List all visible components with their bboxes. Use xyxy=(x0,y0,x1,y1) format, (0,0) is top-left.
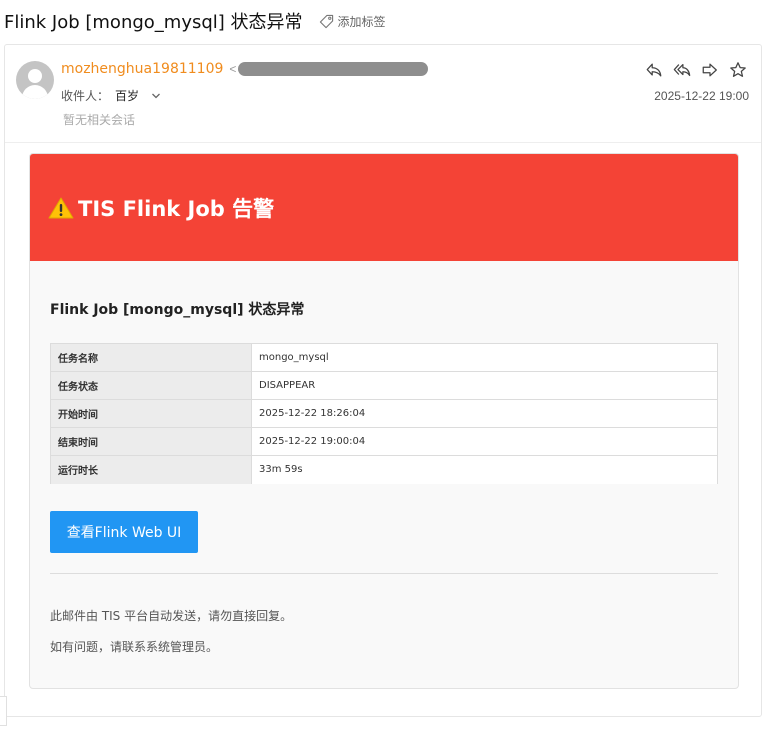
recipient-label: 收件人： xyxy=(61,89,110,103)
star-icon[interactable] xyxy=(729,61,747,79)
tag-icon xyxy=(319,14,333,28)
avatar xyxy=(16,61,54,99)
alert-title: TIS Flink Job 告警 xyxy=(78,196,275,221)
table-value: mongo_mysql xyxy=(251,343,718,372)
table-row: 结束时间 2025-12-22 19:00:04 xyxy=(50,427,718,456)
warning-icon xyxy=(48,197,74,218)
chevron-down-icon[interactable] xyxy=(151,92,161,100)
table-row: 运行时长 33m 59s xyxy=(50,455,718,484)
mail-card: mozhenghua19811109 < 收件人： 百岁 暂无相关会话 2025… xyxy=(4,44,762,717)
footer-notice: 此邮件由 TIS 平台自动发送，请勿直接回复。 xyxy=(50,609,293,623)
flink-web-ui-button[interactable]: 查看Flink Web UI xyxy=(50,511,198,553)
table-value: 2025-12-22 18:26:04 xyxy=(251,399,718,428)
table-key: 任务状态 xyxy=(50,371,252,400)
redacted-email-bar xyxy=(238,62,429,76)
job-heading: Flink Job [mongo_mysql] 状态异常 xyxy=(50,302,305,318)
sender-email: < xyxy=(229,62,429,76)
alert-divider xyxy=(50,573,718,574)
reply-icon[interactable] xyxy=(645,61,663,79)
recipient-name[interactable]: 百岁 xyxy=(115,87,139,104)
subject-row: Flink Job [mongo_mysql] 状态异常 添加标签 xyxy=(4,9,386,33)
table-key: 运行时长 xyxy=(50,455,252,484)
forward-icon[interactable] xyxy=(701,61,719,79)
table-key: 任务名称 xyxy=(50,343,252,372)
mail-datetime: 2025-12-22 19:00 xyxy=(654,89,749,103)
sender-email-open: < xyxy=(229,62,237,76)
header-divider xyxy=(5,142,761,143)
add-tag-label: 添加标签 xyxy=(337,14,386,29)
table-key: 结束时间 xyxy=(50,427,252,456)
sender-name[interactable]: mozhenghua19811109 xyxy=(61,61,223,77)
table-key: 开始时间 xyxy=(50,399,252,428)
table-value: DISAPPEAR xyxy=(251,371,718,400)
avatar-head-icon xyxy=(28,69,42,83)
alert-header: TIS Flink Job 告警 xyxy=(30,154,738,261)
sender: mozhenghua19811109 < xyxy=(61,61,429,77)
add-tag-button[interactable]: 添加标签 xyxy=(319,13,386,30)
table-row: 开始时间 2025-12-22 18:26:04 xyxy=(50,399,718,428)
side-resize-handle[interactable] xyxy=(0,696,7,726)
mail-subject: Flink Job [mongo_mysql] 状态异常 xyxy=(4,12,303,33)
table-value: 33m 59s xyxy=(251,455,718,484)
recipient-row: 收件人： 百岁 xyxy=(61,87,161,104)
no-thread-text: 暂无相关会话 xyxy=(63,113,136,127)
table-row: 任务状态 DISAPPEAR xyxy=(50,371,718,400)
avatar-body-icon xyxy=(22,85,48,99)
job-info-table: 任务名称 mongo_mysql 任务状态 DISAPPEAR 开始时间 202… xyxy=(50,343,718,484)
footer-contact: 如有问题，请联系系统管理员。 xyxy=(50,640,219,654)
reply-all-icon[interactable] xyxy=(673,61,691,79)
mail-actions xyxy=(645,61,747,79)
table-value: 2025-12-22 19:00:04 xyxy=(251,427,718,456)
table-row: 任务名称 mongo_mysql xyxy=(50,343,718,372)
alert-card: TIS Flink Job 告警 Flink Job [mongo_mysql]… xyxy=(29,153,739,689)
